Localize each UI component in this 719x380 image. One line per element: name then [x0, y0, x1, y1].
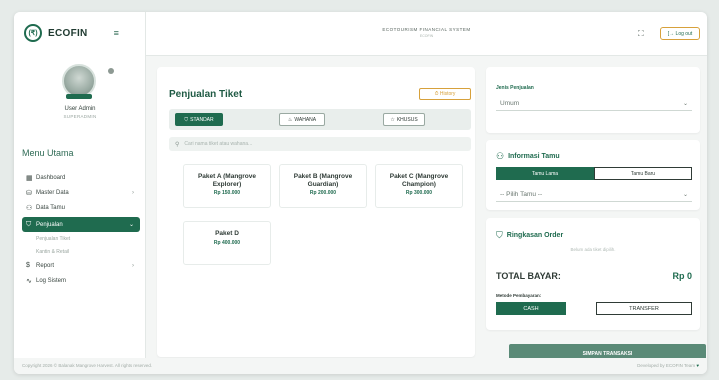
avatar-badge: [66, 94, 92, 99]
section-title-text: Informasi Tamu: [508, 153, 560, 160]
sidebar-item-label: Data Tamu: [36, 204, 65, 211]
package-name: Paket D: [215, 230, 239, 237]
search-bar: ⚲: [169, 137, 471, 151]
chevron-down-icon: ⌄: [128, 222, 134, 228]
tab-standar[interactable]: ⛉ STANDAR: [175, 113, 223, 126]
chevron-right-icon: ›: [132, 189, 134, 196]
order-summary-title: ⛉ Ringkasan Order: [496, 230, 563, 241]
search-icon: ⚲: [175, 141, 180, 148]
brand-name: ECOFIN: [48, 27, 88, 39]
payment-transfer-button[interactable]: TRANSFER: [596, 302, 692, 315]
user-role: SUPERADMIN: [63, 114, 97, 119]
sidebar-item-dashboard[interactable]: ▦ Dashboard: [22, 170, 140, 185]
sidebar-item-label: Master Data: [36, 189, 69, 196]
dashboard-icon: ▦: [26, 174, 33, 182]
payment-cash-button[interactable]: CASH: [496, 302, 566, 315]
guest-select[interactable]: -- Pilih Tamu -- ⌄: [496, 188, 692, 202]
sales-type-select[interactable]: Umum ⌄: [496, 97, 692, 111]
sidebar-item-data-tamu[interactable]: ⚇ Data Tamu: [22, 200, 140, 215]
package-card-b[interactable]: Paket B (Mangrove Guardian) Rp 200.000: [279, 164, 367, 208]
app-window: (₹) ECOFIN ≡ User Admin SUPERADMIN Menu …: [14, 12, 707, 374]
ticket-icon: ⛉: [184, 116, 189, 123]
dollar-icon: $: [26, 262, 30, 269]
star-icon: ☆: [390, 116, 395, 123]
sidebar-item-label: Log Sistem: [36, 277, 67, 284]
brand-logo[interactable]: (₹) ECOFIN ≡: [24, 24, 119, 42]
sidebar-item-master-data[interactable]: ⛁ Master Data ›: [22, 185, 140, 200]
history-button[interactable]: ⏱ History: [419, 88, 471, 100]
footer-credit: Developed by ECOFIN Team ♥: [637, 363, 699, 368]
package-name: Paket C (Mangrove Champion): [389, 173, 449, 188]
package-name: Paket B (Mangrove Guardian): [293, 173, 353, 188]
sidebar: (₹) ECOFIN ≡ User Admin SUPERADMIN Menu …: [14, 12, 146, 358]
select-value: Umum: [500, 100, 520, 107]
package-price: Rp 400.000: [213, 239, 241, 246]
package-price: Rp 300.000: [405, 190, 433, 196]
order-empty-message: Belum ada tiket dipilih.: [570, 247, 616, 252]
avatar: [62, 64, 96, 98]
header-subtitle: ECOFIN: [419, 34, 434, 38]
package-card-d[interactable]: Paket D Rp 400.000: [183, 221, 271, 265]
tab-label: KHUSUS: [396, 116, 418, 123]
footer: Copyright 2026 © Balanak Mangrove Harves…: [14, 358, 707, 374]
chevron-right-icon: ›: [132, 262, 134, 269]
payment-method-label: Metode Pembayaran:: [496, 293, 542, 298]
section-title-text: Ringkasan Order: [506, 232, 564, 239]
fullscreen-icon[interactable]: ⛶: [638, 29, 644, 39]
tab-label: WAHANA: [294, 116, 317, 123]
hamburger-menu-icon[interactable]: ≡: [114, 28, 119, 38]
top-header: ECOTOURISM FINANCIAL SYSTEM ECOFIN ⛶ [→ …: [146, 12, 707, 56]
sidebar-item-label: Dashboard: [36, 174, 66, 181]
order-summary-card: ⛉ Ringkasan Order Belum ada tiket dipili…: [486, 218, 700, 330]
footer-credit-text: Developed by ECOFIN Team: [637, 363, 696, 368]
page-title: Penjualan Tiket: [169, 89, 243, 100]
guest-info-card: ⚇ Informasi Tamu Tamu Lama Tamu Baru -- …: [486, 140, 700, 210]
ticket-category-tabs: ⛉ STANDAR ♨ WAHANA ☆ KHUSUS: [169, 109, 471, 130]
total-value: Rp 0: [672, 271, 692, 281]
footer-copyright: Copyright 2026 © Balanak Mangrove Harves…: [22, 363, 153, 368]
tab-khusus[interactable]: ☆ KHUSUS: [383, 113, 425, 126]
sidebar-menu: ▦ Dashboard ⛁ Master Data › ⚇ Data Tamu …: [22, 170, 140, 288]
package-name: Paket A (Mangrove Explorer): [197, 173, 257, 188]
chevron-down-icon: ⌄: [682, 192, 688, 198]
chevron-down-icon: ⌄: [682, 101, 688, 107]
tab-tamu-lama[interactable]: Tamu Lama: [496, 167, 594, 180]
package-price: Rp 200.000: [309, 190, 337, 196]
logo-icon: (₹): [24, 24, 42, 42]
users-icon: ⚇: [496, 151, 505, 161]
heart-icon: ♥: [696, 363, 699, 368]
sidebar-item-label: Penjualan: [36, 221, 63, 228]
guest-info-title: ⚇ Informasi Tamu: [496, 151, 560, 162]
activity-icon: ∿: [26, 277, 32, 285]
select-value: -- Pilih Tamu --: [500, 191, 543, 198]
sidebar-item-log-sistem[interactable]: ∿ Log Sistem: [22, 273, 140, 288]
users-icon: ⚇: [26, 204, 33, 212]
sidebar-subitem-penjualan-tiket[interactable]: Penjualan Tiket: [22, 232, 140, 245]
cart-icon: ⛉: [26, 220, 32, 228]
total-label: TOTAL BAYAR:: [496, 271, 561, 281]
tab-wahana[interactable]: ♨ WAHANA: [279, 113, 325, 126]
header-title: ECOTOURISM FINANCIAL SYSTEM: [382, 27, 471, 32]
menu-title: Menu Utama: [22, 148, 74, 158]
sidebar-item-label: Report: [36, 262, 55, 269]
sidebar-item-penjualan[interactable]: ⛉ Penjualan ⌄: [22, 217, 140, 232]
cart-icon: ⛉: [496, 230, 503, 240]
database-icon: ⛁: [26, 189, 32, 197]
sales-type-card: Jenis Penjualan Umum ⌄: [486, 67, 700, 133]
package-price: Rp 150.000: [213, 190, 241, 196]
search-input[interactable]: [184, 141, 445, 147]
sidebar-item-report[interactable]: $ Report ›: [22, 258, 140, 273]
ride-icon: ♨: [287, 116, 293, 123]
online-status-icon: [108, 68, 114, 74]
ticket-sales-panel: Penjualan Tiket ⏱ History ⛉ STANDAR ♨ WA…: [157, 67, 475, 357]
sales-type-label: Jenis Penjualan: [496, 85, 534, 91]
tab-tamu-baru[interactable]: Tamu Baru: [594, 167, 692, 180]
logout-button[interactable]: [→ Log out: [660, 27, 700, 40]
user-name: User Admin: [64, 106, 96, 112]
sidebar-subitem-kantin-retail[interactable]: Kantin & Retail: [22, 245, 140, 258]
package-card-a[interactable]: Paket A (Mangrove Explorer) Rp 150.000: [183, 164, 271, 208]
tab-label: STANDAR: [190, 116, 214, 123]
package-card-c[interactable]: Paket C (Mangrove Champion) Rp 300.000: [375, 164, 463, 208]
